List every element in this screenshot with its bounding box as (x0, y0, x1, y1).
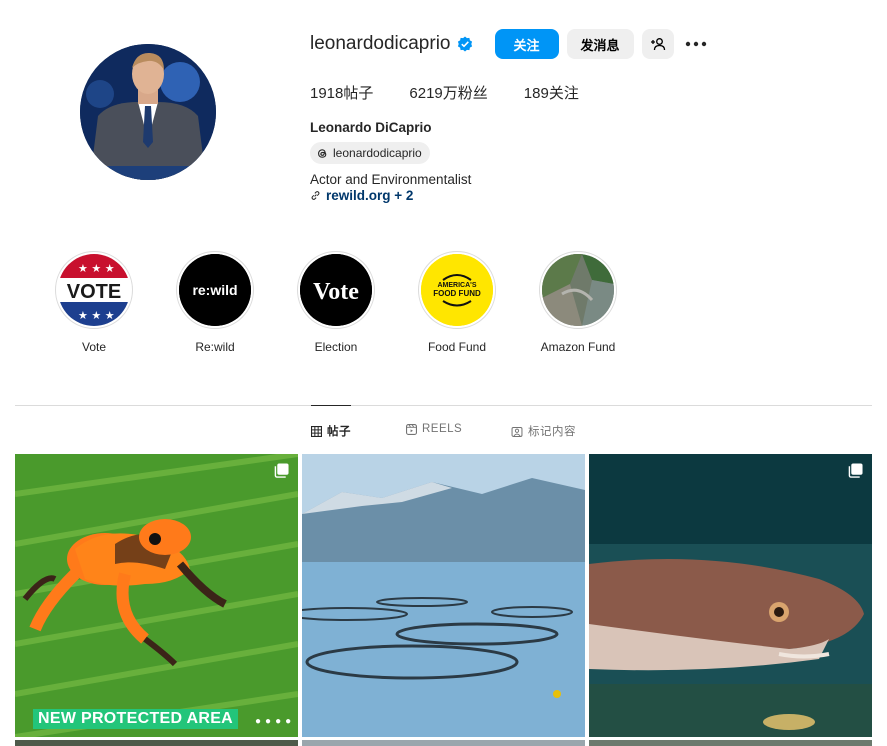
active-tab-indicator (311, 405, 351, 406)
svg-text:VOTE: VOTE (67, 281, 121, 303)
tab-reels[interactable]: REELS (406, 423, 462, 435)
multiple-images-icon (274, 463, 289, 478)
profile-link-text: rewild.org + 2 (326, 188, 414, 203)
username: leonardodicaprio (310, 33, 451, 54)
vote-flag-icon: ★ ★ ★ ★ ★ ★ VOTE (58, 254, 130, 326)
svg-text:re:wild: re:wild (192, 282, 237, 298)
tab-label: 标记内容 (528, 426, 576, 438)
carousel-dots: ●●●● (255, 716, 296, 727)
tab-tagged[interactable]: 标记内容 (511, 423, 576, 439)
svg-text:AMERICA'S: AMERICA'S (438, 282, 477, 289)
highlight-vote[interactable]: ★ ★ ★ ★ ★ ★ VOTE Vote (55, 251, 133, 354)
avatar-photo (80, 44, 216, 180)
multiple-images-icon (848, 463, 863, 478)
followers-count[interactable]: 6219万粉丝 (409, 82, 487, 103)
post-image-frog (15, 454, 298, 737)
rewild-logo: re:wild (179, 254, 251, 326)
post-image-shark (589, 454, 872, 737)
highlight-label: Food Fund (427, 340, 487, 354)
tab-posts[interactable]: 帖子 (311, 423, 351, 439)
message-button[interactable]: 发消息 (566, 29, 634, 59)
highlight-amazon-fund[interactable]: Amazon Fund (539, 251, 617, 354)
post-image-fish-farm (302, 454, 585, 737)
post-tile[interactable]: NEW PROTECTED AREA ●●●● (15, 454, 298, 737)
svg-text:★ ★ ★: ★ ★ ★ (78, 309, 115, 322)
svg-text:FOOD FUND: FOOD FUND (433, 289, 481, 298)
profile-stats: 1918帖子 6219万粉丝 189关注 (310, 82, 615, 103)
highlight-rewild[interactable]: re:wild Re:wild (176, 251, 254, 354)
threads-handle: leonardodicaprio (333, 146, 422, 160)
highlight-label: Re:wild (195, 340, 235, 354)
svg-text:Vote: Vote (313, 279, 359, 305)
verified-badge-icon (457, 36, 472, 52)
highlight-food-fund[interactable]: AMERICA'S FOOD FUND Food Fund (418, 251, 496, 354)
post-tile-partial[interactable] (302, 740, 585, 746)
highlight-label: Election (314, 340, 358, 354)
threads-badge[interactable]: leonardodicaprio (310, 142, 430, 164)
highlight-label: Vote (81, 340, 107, 354)
more-icon (685, 41, 706, 47)
tabs-divider (15, 405, 872, 406)
post-tile-partial[interactable] (589, 740, 872, 746)
highlight-election[interactable]: Vote Election (297, 251, 375, 354)
following-count[interactable]: 189关注 (524, 82, 579, 103)
full-name: Leonardo DiCaprio (310, 120, 432, 135)
threads-icon (318, 148, 327, 158)
post-caption-badge: NEW PROTECTED AREA (33, 709, 239, 729)
svg-text:★ ★ ★: ★ ★ ★ (78, 262, 115, 275)
profile-link[interactable]: rewild.org + 2 (310, 188, 413, 203)
follow-button[interactable]: 关注 (494, 29, 559, 59)
link-icon (311, 191, 320, 200)
more-options-button[interactable] (682, 29, 710, 59)
tab-label: 帖子 (327, 426, 351, 438)
reels-icon (406, 423, 417, 435)
post-tile[interactable] (302, 454, 585, 737)
aerial-forest-image (542, 254, 614, 326)
vote-text-logo: Vote (300, 254, 372, 326)
posts-count: 1918帖子 (310, 85, 374, 102)
tab-label: REELS (422, 423, 463, 435)
grid-icon (311, 425, 322, 437)
bio-text: Actor and Environmentalist (310, 172, 472, 187)
profile-avatar[interactable] (80, 44, 216, 180)
suggested-users-button[interactable] (641, 29, 674, 59)
highlight-label: Amazon Fund (540, 340, 616, 354)
profile-header-row: leonardodicaprio 关注 发消息 (310, 29, 710, 59)
tagged-icon (511, 426, 523, 437)
post-tile[interactable] (589, 454, 872, 737)
americas-food-fund-logo: AMERICA'S FOOD FUND (421, 254, 493, 326)
add-person-icon (650, 38, 665, 51)
post-tile-partial[interactable] (15, 740, 298, 746)
